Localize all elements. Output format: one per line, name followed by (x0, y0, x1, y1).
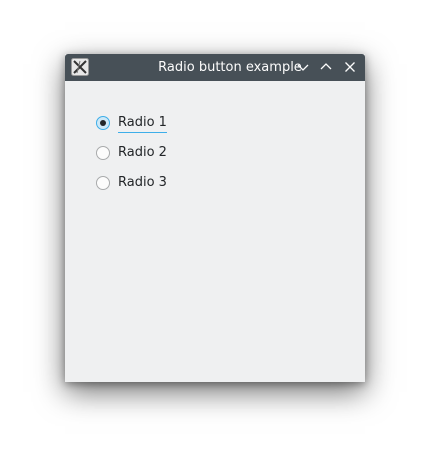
radio-1-indicator[interactable] (96, 116, 110, 130)
radio-2[interactable]: Radio 2 (96, 143, 167, 163)
radio-3-indicator[interactable] (96, 176, 110, 190)
radio-1-label[interactable]: Radio 1 (118, 114, 167, 133)
radio-2-label[interactable]: Radio 2 (118, 144, 167, 162)
title-bar[interactable]: Radio button example (65, 54, 365, 81)
radio-3-label[interactable]: Radio 3 (118, 174, 167, 192)
close-button[interactable] (342, 59, 358, 75)
radio-3[interactable]: Radio 3 (96, 173, 167, 193)
desktop: Radio button example Radio 1 Radio 2 Rad… (0, 0, 430, 459)
maximize-button[interactable] (318, 59, 334, 75)
chevron-down-icon (297, 64, 309, 71)
window-content: Radio 1 Radio 2 Radio 3 (65, 81, 365, 382)
radio-2-indicator[interactable] (96, 146, 110, 160)
radio-1[interactable]: Radio 1 (96, 113, 167, 133)
radio-1-dot (100, 120, 106, 126)
close-icon (345, 62, 355, 72)
minimize-button[interactable] (295, 59, 311, 75)
chevron-up-icon (320, 63, 332, 70)
radio-button-window: Radio button example Radio 1 Radio 2 Rad… (65, 54, 365, 382)
